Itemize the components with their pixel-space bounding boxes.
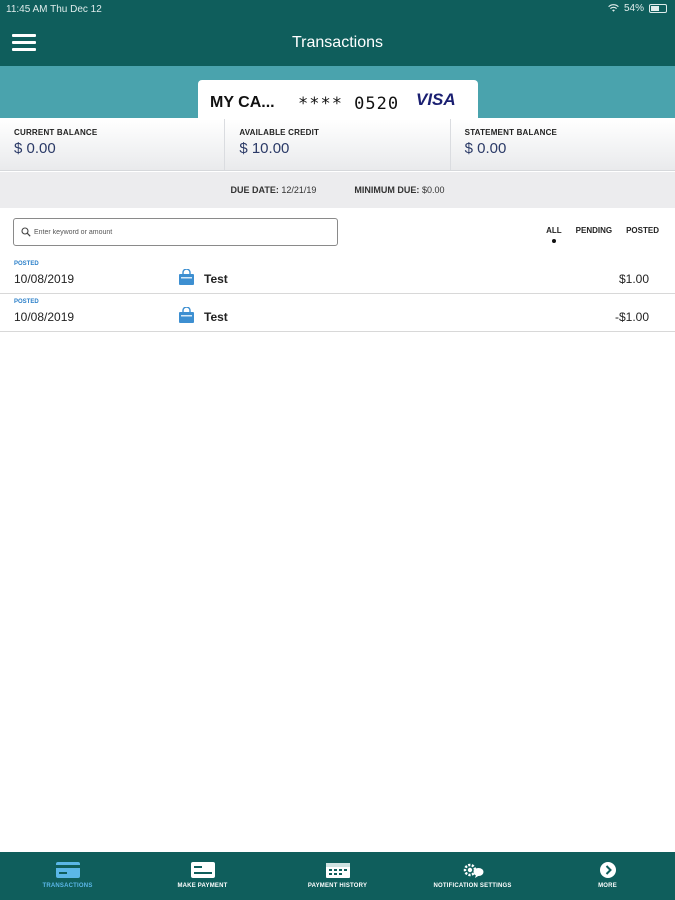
filter-all-label: ALL xyxy=(546,226,562,235)
search-input[interactable] xyxy=(34,223,329,241)
tab-more[interactable]: MORE xyxy=(540,852,675,900)
transaction-amount: -$1.00 xyxy=(614,310,649,324)
card-selector[interactable]: MY CA... **** 0520 VISA xyxy=(198,80,478,120)
battery-percent: 54% xyxy=(623,3,644,14)
statement-balance: STATEMENT BALANCE $ 0.00 xyxy=(451,119,675,170)
tab-label: MORE xyxy=(598,883,617,889)
shopping-bag-icon xyxy=(179,307,194,323)
due-date: DUE DATE: 12/21/19 xyxy=(231,185,317,195)
card-icon xyxy=(55,862,80,878)
battery-icon xyxy=(649,4,667,13)
tab-label: NOTIFICATION SETTINGS xyxy=(433,883,512,889)
tab-label: MAKE PAYMENT xyxy=(177,883,228,889)
status-time: 11:45 AM Thu Dec 12 xyxy=(6,4,102,15)
wifi-icon xyxy=(608,4,619,12)
due-date-value: 12/21/19 xyxy=(281,185,317,195)
due-date-label: DUE DATE: xyxy=(230,185,279,195)
nav-bar: Transactions xyxy=(0,20,675,66)
transaction-list: POSTED 10/08/2019 Test $1.00 POSTED 10/0… xyxy=(0,256,675,332)
due-info: DUE DATE: 12/21/19 MINIMUM DUE: $0.00 xyxy=(0,172,675,208)
transaction-status: POSTED xyxy=(14,299,39,305)
balance-value: $ 0.00 xyxy=(14,140,56,157)
transaction-date: 10/08/2019 xyxy=(14,310,75,324)
search-box[interactable] xyxy=(13,218,338,246)
transaction-date: 10/08/2019 xyxy=(14,272,75,286)
balance-value: $ 0.00 xyxy=(464,140,507,157)
minimum-due-label: MINIMUM DUE: xyxy=(354,185,420,195)
tab-transactions[interactable]: TRANSACTIONS xyxy=(0,852,135,900)
transaction-row[interactable]: POSTED 10/08/2019 Test -$1.00 xyxy=(0,294,675,332)
minimum-due: MINIMUM DUE: $0.00 xyxy=(354,185,444,195)
tab-label: PAYMENT HISTORY xyxy=(307,883,368,889)
search-icon xyxy=(21,227,31,237)
shopping-bag-icon xyxy=(179,269,194,285)
transaction-amount: $1.00 xyxy=(618,272,649,286)
transaction-row[interactable]: POSTED 10/08/2019 Test $1.00 xyxy=(0,256,675,294)
tab-make-payment[interactable]: MAKE PAYMENT xyxy=(135,852,270,900)
card-name: MY CA... xyxy=(210,94,275,111)
status-bar: 11:45 AM Thu Dec 12 54% xyxy=(0,0,675,20)
chevron-right-circle-icon xyxy=(599,862,616,878)
visa-logo: VISA xyxy=(416,90,456,109)
balance-label: AVAILABLE CREDIT xyxy=(239,128,320,137)
selected-indicator xyxy=(551,239,556,243)
transaction-status: POSTED xyxy=(14,261,39,267)
balance-summary: CURRENT BALANCE $ 0.00 AVAILABLE CREDIT … xyxy=(0,119,675,171)
balance-label: STATEMENT BALANCE xyxy=(464,128,558,137)
bottom-tab-bar: TRANSACTIONS MAKE PAYMENT PAYMENT HISTOR… xyxy=(0,852,675,900)
tab-notification-settings[interactable]: NOTIFICATION SETTINGS xyxy=(405,852,540,900)
available-credit: AVAILABLE CREDIT $ 10.00 xyxy=(225,119,451,170)
payment-icon xyxy=(190,862,215,878)
transaction-merchant: Test xyxy=(204,310,228,324)
tab-label: TRANSACTIONS xyxy=(42,883,93,889)
filter-pending[interactable]: PENDING xyxy=(576,226,612,235)
transaction-filters: ALL PENDING POSTED xyxy=(546,226,659,243)
minimum-due-value: $0.00 xyxy=(421,185,445,195)
tab-payment-history[interactable]: PAYMENT HISTORY xyxy=(270,852,405,900)
current-balance: CURRENT BALANCE $ 0.00 xyxy=(0,119,226,170)
transaction-merchant: Test xyxy=(204,272,228,286)
gear-chat-icon xyxy=(463,863,483,878)
page-title: Transactions xyxy=(292,34,383,51)
calendar-icon xyxy=(325,863,350,878)
balance-value: $ 10.00 xyxy=(239,140,290,157)
balance-label: CURRENT BALANCE xyxy=(14,128,98,137)
card-number: **** 0520 xyxy=(298,94,400,114)
filter-all[interactable]: ALL xyxy=(546,226,562,243)
filter-posted[interactable]: POSTED xyxy=(626,226,659,235)
status-right: 54% xyxy=(608,3,667,14)
